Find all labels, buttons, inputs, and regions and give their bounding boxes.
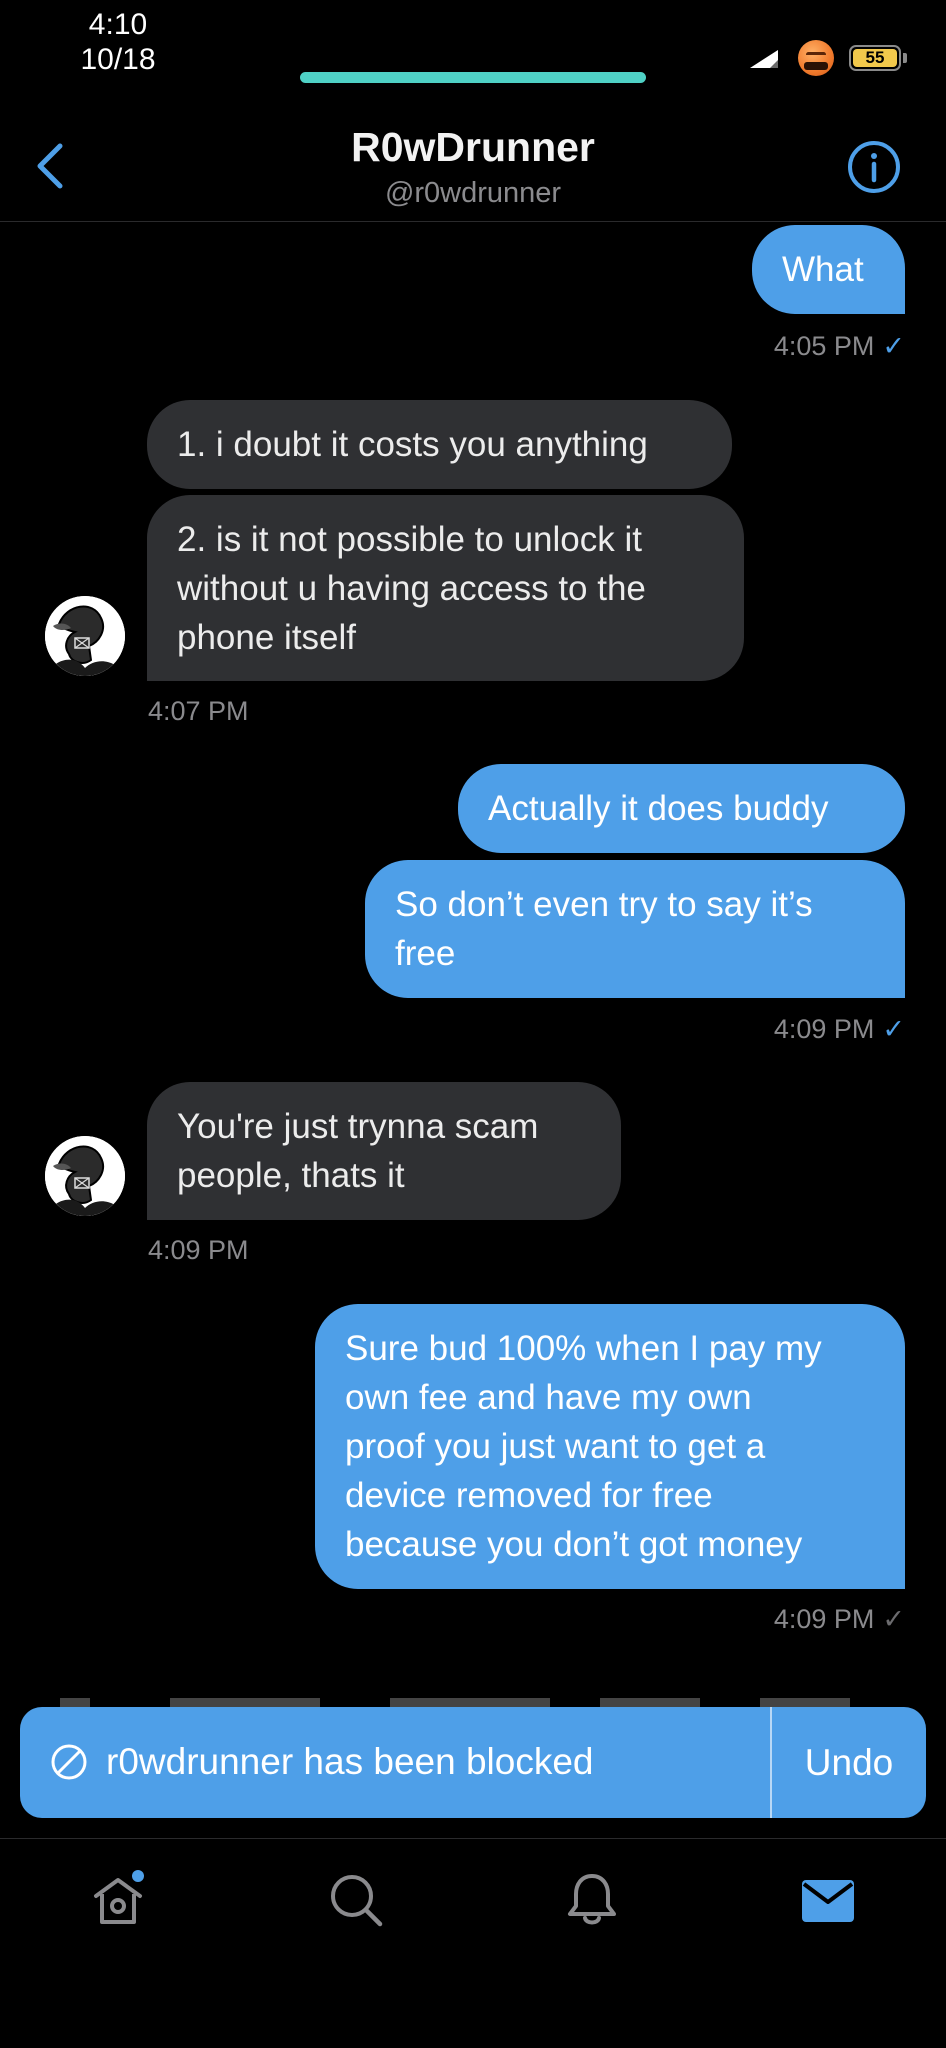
avatar-bird-icon — [45, 1136, 125, 1216]
message-bubble-outgoing[interactable]: What — [752, 225, 905, 314]
tab-home[interactable] — [88, 1870, 148, 1930]
tab-messages[interactable] — [798, 1870, 858, 1930]
message-text-line: So don’t even try to say it’s — [395, 885, 813, 924]
conversation-title[interactable]: R0wDrunner — [0, 123, 946, 171]
message-text: 1. i doubt it costs you anything — [177, 425, 648, 464]
notifications-icon — [568, 1874, 616, 1925]
message-text-line: phone itself — [177, 617, 357, 657]
info-icon[interactable] — [846, 139, 902, 195]
header-divider — [0, 221, 946, 222]
battery-tip — [903, 53, 907, 63]
message-text-line: proof you just want to get a — [345, 1427, 766, 1466]
timestamp-text: 4:09 PM — [773, 1014, 875, 1044]
new-content-dot — [132, 1870, 144, 1882]
tab-notifications[interactable] — [562, 1870, 622, 1930]
read-checkmark-icon: ✓ — [882, 331, 905, 361]
search-icon — [331, 1875, 383, 1927]
message-text-line: Sure bud 100% when I pay my — [345, 1329, 822, 1368]
message-timestamp: 4:09 PM ✓ — [774, 1013, 905, 1045]
message-text: Actually it does buddy — [488, 789, 829, 828]
message-text-line: because you don’t got money — [345, 1525, 803, 1564]
home-icon — [94, 1870, 144, 1924]
message-bubble-outgoing[interactable]: So don’t even try to say it’s free — [365, 860, 905, 998]
message-text-line: free — [395, 934, 456, 973]
message-bubble-outgoing[interactable]: Actually it does buddy — [458, 764, 905, 853]
tab-bar-divider — [0, 1838, 946, 1839]
message-bubble-incoming[interactable]: You're just trynna scam people, thats it — [147, 1082, 621, 1220]
blocked-toast: r0wdrunner has been blocked Undo — [20, 1707, 926, 1818]
partially-hidden-message-row — [60, 1698, 850, 1708]
signal-icon — [750, 50, 778, 68]
message-timestamp: 4:07 PM — [148, 696, 249, 726]
avatar[interactable] — [45, 596, 125, 676]
status-date: 10/18 — [80, 43, 156, 76]
read-checkmark-icon: ✓ — [882, 1014, 905, 1044]
message-text-line: without u having access to the — [177, 568, 646, 608]
avatar-bird-icon — [45, 596, 125, 676]
message-text-line: device removed for free — [345, 1476, 713, 1515]
battery-icon: 55 — [849, 45, 901, 71]
message-timestamp: 4:05 PM ✓ — [774, 330, 905, 362]
conversation-handle: @r0wdrunner — [384, 177, 562, 209]
message-text: What — [782, 250, 864, 289]
angry-emoji-icon — [798, 40, 834, 76]
messages-icon — [802, 1880, 854, 1922]
message-text-line: 2. is it not possible to unlock it — [177, 519, 642, 559]
status-time: 4:10 — [88, 8, 148, 41]
dm-conversation-screen: 4:10 10/18 55 R0wDrunner @r0wdrunner Wha… — [0, 0, 946, 2048]
undo-button[interactable]: Undo — [772, 1707, 926, 1818]
message-text-line: people, thats it — [177, 1156, 405, 1195]
message-timestamp: 4:09 PM ✓ — [774, 1603, 905, 1635]
message-timestamp: 4:09 PM — [148, 1235, 249, 1265]
avatar[interactable] — [45, 1136, 125, 1216]
message-bubble-outgoing[interactable]: Sure bud 100% when I pay my own fee and … — [315, 1304, 905, 1589]
timestamp-text: 4:09 PM — [773, 1604, 875, 1634]
message-text-line: You're just trynna scam — [177, 1107, 539, 1146]
message-bubble-incoming[interactable]: 2. is it not possible to unlock it witho… — [147, 495, 744, 681]
message-bubble-incoming[interactable]: 1. i doubt it costs you anything — [147, 400, 732, 489]
timestamp-text: 4:05 PM — [773, 331, 875, 361]
block-icon — [51, 1744, 87, 1780]
message-text-line: own fee and have my own — [345, 1378, 752, 1417]
battery-level: 55 — [853, 49, 897, 67]
drag-handle-bar[interactable] — [300, 72, 646, 83]
sent-checkmark-icon: ✓ — [882, 1604, 905, 1634]
toast-message: r0wdrunner has been blocked — [106, 1741, 594, 1782]
tab-search[interactable] — [326, 1870, 386, 1930]
